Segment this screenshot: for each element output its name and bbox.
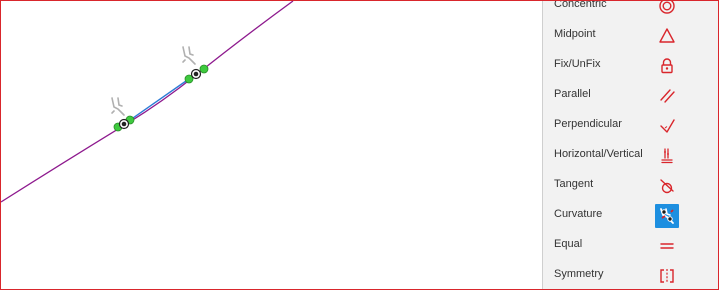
constraint-symmetry[interactable]: Symmetry <box>543 261 718 289</box>
constraint-horizontal-vertical[interactable]: Horizontal/Vertical <box>543 141 718 171</box>
perpendicular-icon[interactable] <box>655 114 679 138</box>
tangent-icon[interactable] <box>655 174 679 198</box>
constraint-concentric[interactable]: Concentric <box>543 0 718 21</box>
constraint-label: Fix/UnFix <box>554 58 601 70</box>
constraint-equal[interactable]: Equal <box>543 231 718 261</box>
constraints-panel: Concentric Midpoint Fix/UnFix Parallel P <box>542 0 718 289</box>
constraint-label: Horizontal/Vertical <box>554 148 643 160</box>
constraint-label: Symmetry <box>554 268 604 280</box>
control-point-2[interactable] <box>184 64 209 84</box>
app-window: Concentric Midpoint Fix/UnFix Parallel P <box>0 0 719 290</box>
constraint-label: Equal <box>554 238 583 250</box>
constraint-label: Perpendicular <box>554 118 622 130</box>
constraint-label: Tangent <box>554 178 594 190</box>
constraint-fix-unfix[interactable]: Fix/UnFix <box>543 51 718 81</box>
constraint-midpoint[interactable]: Midpoint <box>543 21 718 51</box>
horizontal-vertical-icon[interactable] <box>655 144 679 168</box>
constraint-parallel[interactable]: Parallel <box>543 81 718 111</box>
curvature-icon[interactable] <box>655 204 679 228</box>
symmetry-icon[interactable] <box>655 264 679 288</box>
equal-icon[interactable] <box>655 234 679 258</box>
control-point-1[interactable] <box>113 115 135 132</box>
lock-icon[interactable] <box>655 54 679 78</box>
constraint-curvature[interactable]: Curvature <box>543 201 718 231</box>
sketch-canvas[interactable] <box>1 1 542 289</box>
constraint-label: Parallel <box>554 88 591 100</box>
constraint-perpendicular[interactable]: Perpendicular <box>543 111 718 141</box>
midpoint-icon[interactable] <box>655 24 679 48</box>
constraint-label: Concentric <box>554 0 607 10</box>
constraint-label: Curvature <box>554 208 603 220</box>
selected-segment[interactable] <box>122 73 197 126</box>
sketch-drawing <box>1 1 294 203</box>
constraint-label: Midpoint <box>554 28 596 40</box>
concentric-icon[interactable] <box>655 1 679 18</box>
curvature-constraint-icon[interactable] <box>111 97 125 116</box>
curvature-constraint-icon[interactable] <box>182 46 196 65</box>
constraint-tangent[interactable]: Tangent <box>543 171 718 201</box>
spline-curve[interactable] <box>1 1 294 203</box>
parallel-icon[interactable] <box>655 84 679 108</box>
